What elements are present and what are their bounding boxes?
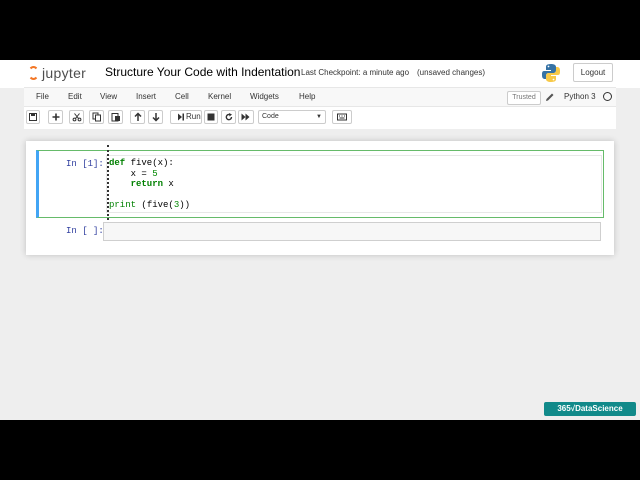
save-icon: [29, 113, 37, 121]
paste-icon: [111, 113, 120, 122]
code-token: return: [130, 179, 164, 189]
logout-button[interactable]: Logout: [573, 63, 613, 82]
jupyter-logo[interactable]: jupyter: [28, 64, 98, 84]
brand-watermark: 365√DataScience: [544, 402, 636, 416]
notebook-container: In [1]: def five(x): x = 5 return x prin…: [26, 141, 614, 255]
cut-button[interactable]: [69, 110, 84, 124]
insert-cell-button[interactable]: [48, 110, 63, 124]
menu-kernel[interactable]: Kernel: [208, 92, 231, 102]
code-editor[interactable]: def five(x): x = 5 return x print (five(…: [106, 155, 602, 213]
pencil-icon[interactable]: [545, 92, 555, 102]
indent-guide-line: [107, 145, 109, 220]
plus-icon: [52, 113, 59, 121]
restart-run-all-button[interactable]: [238, 110, 254, 124]
menu-widgets[interactable]: Widgets: [250, 92, 279, 102]
code-token: x: [163, 179, 174, 189]
paste-button[interactable]: [108, 110, 123, 124]
logo-text: jupyter: [42, 65, 87, 81]
menu-insert[interactable]: Insert: [136, 92, 156, 102]
copy-icon: [92, 112, 101, 122]
restart-icon: [225, 113, 232, 121]
trusted-indicator[interactable]: Trusted: [507, 91, 541, 105]
move-down-button[interactable]: [148, 110, 163, 124]
run-button[interactable]: Run: [170, 110, 202, 124]
restart-button[interactable]: [221, 110, 236, 124]
fast-forward-icon: [241, 113, 250, 121]
scissors-icon: [72, 113, 81, 122]
header: jupyter Structure Your Code with Indenta…: [0, 60, 640, 88]
cell-type-value: Code: [262, 113, 279, 120]
interrupt-button[interactable]: [204, 110, 218, 124]
copy-button[interactable]: [89, 110, 104, 124]
code-token: x =: [109, 168, 153, 179]
code-token: )): [179, 200, 191, 210]
menu-view[interactable]: View: [100, 92, 117, 102]
step-forward-icon: [178, 113, 184, 121]
arrow-down-icon: [151, 113, 160, 122]
kernel-name[interactable]: Python 3: [564, 92, 596, 102]
kernel-idle-indicator-icon: [603, 92, 612, 101]
autosave-status: (unsaved changes): [417, 68, 486, 77]
run-label: Run: [186, 112, 201, 121]
move-up-button[interactable]: [130, 110, 145, 124]
command-palette-button[interactable]: [332, 110, 352, 124]
code-token: 5: [152, 168, 158, 179]
code-token: print: [109, 200, 137, 210]
menu-help[interactable]: Help: [299, 92, 315, 102]
menu-file[interactable]: File: [36, 92, 49, 102]
menubar: File Edit View Insert Cell Kernel Widget…: [24, 87, 616, 107]
empty-code-cell[interactable]: [103, 222, 601, 241]
cell-type-select[interactable]: Code ▼: [258, 110, 326, 124]
menu-cell[interactable]: Cell: [175, 92, 189, 102]
save-button[interactable]: [26, 110, 40, 124]
code-token: def: [109, 158, 126, 168]
keyboard-icon: [337, 113, 347, 121]
notebook-title[interactable]: Structure Your Code with Indentation: [105, 65, 300, 79]
code-cell-selected[interactable]: In [1]: def five(x): x = 5 return x prin…: [36, 145, 604, 220]
stop-icon: [207, 113, 215, 121]
python-logo-icon: [542, 64, 560, 82]
code-token: five(x):: [125, 158, 174, 168]
code-token: (five(: [136, 200, 174, 210]
toolbar: Run Code ▼: [24, 107, 616, 129]
jupyter-logo-icon: [28, 66, 39, 80]
caret-down-icon: ▼: [316, 114, 322, 120]
checkpoint-status: Last Checkpoint: a minute ago: [301, 68, 410, 77]
code-content: def five(x): x = 5 return x print (five(…: [109, 158, 190, 211]
input-prompt: In [1]:: [66, 159, 104, 169]
menu-edit[interactable]: Edit: [68, 92, 82, 102]
jupyter-window: jupyter Structure Your Code with Indenta…: [0, 60, 640, 420]
arrow-up-icon: [133, 112, 142, 121]
input-prompt-empty: In [ ]:: [66, 226, 104, 236]
